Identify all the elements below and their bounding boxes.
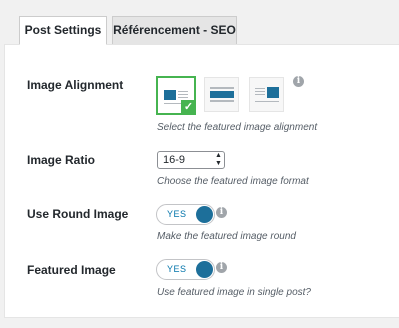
- info-icon[interactable]: i: [293, 76, 304, 87]
- tab-bar: Post Settings Référencement - SEO: [0, 0, 399, 45]
- toggle-yes-text: YES: [167, 264, 187, 274]
- image-ratio-select[interactable]: 16-9 ▲ ▼: [157, 151, 225, 169]
- settings-panel: Image Alignment ✓ i Select the featured …: [4, 44, 399, 318]
- select-arrows-icon: ▲ ▼: [215, 152, 222, 167]
- image-alignment-label: Image Alignment: [27, 78, 124, 92]
- round-image-description: Make the featured image round: [157, 231, 296, 242]
- text-line: [255, 94, 265, 95]
- text-line: [255, 101, 279, 102]
- image-block: [210, 91, 234, 98]
- text-line: [178, 94, 188, 95]
- info-icon[interactable]: i: [216, 262, 227, 273]
- featured-image-label: Featured Image: [27, 263, 116, 277]
- image-block: [164, 90, 176, 100]
- info-icon[interactable]: i: [216, 207, 227, 218]
- align-full-option[interactable]: [204, 77, 239, 112]
- round-image-toggle[interactable]: YES: [156, 204, 215, 225]
- round-image-label: Use Round Image: [27, 207, 129, 221]
- align-right-option[interactable]: [249, 77, 284, 112]
- image-alignment-description: Select the featured image alignment: [157, 122, 318, 133]
- image-ratio-label: Image Ratio: [27, 153, 96, 167]
- toggle-yes-text: YES: [167, 209, 187, 219]
- align-left-option[interactable]: ✓: [156, 76, 196, 115]
- checkmark-icon: ✓: [181, 100, 196, 115]
- toggle-knob: [196, 206, 213, 223]
- text-line: [255, 88, 265, 89]
- tab-seo[interactable]: Référencement - SEO: [112, 16, 237, 45]
- image-ratio-value: 16-9: [163, 154, 186, 166]
- text-line: [210, 100, 234, 102]
- text-line: [255, 91, 265, 92]
- image-ratio-description: Choose the featured image format: [157, 176, 309, 187]
- image-block: [267, 87, 279, 98]
- text-line: [178, 91, 188, 92]
- featured-image-description: Use featured image in single post?: [157, 287, 311, 298]
- tab-post-settings[interactable]: Post Settings: [19, 16, 107, 45]
- toggle-knob: [196, 261, 213, 278]
- text-line: [210, 87, 234, 89]
- featured-image-toggle[interactable]: YES: [156, 259, 215, 280]
- text-line: [178, 97, 188, 98]
